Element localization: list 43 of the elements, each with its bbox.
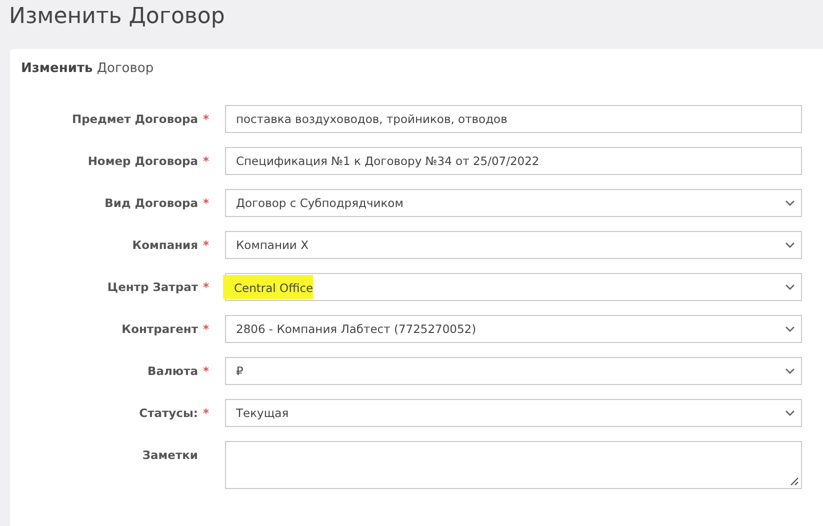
select-field[interactable]: Компании X <box>225 231 802 259</box>
required-mark: * <box>203 322 210 336</box>
field-value: Central Office <box>223 275 314 299</box>
required-mark: * <box>203 154 210 168</box>
input-field[interactable]: Спецификация №1 к Договору №34 от 25/07/2022 <box>225 147 802 175</box>
field-label: Вид Договора <box>104 196 198 210</box>
field-value: поставка воздуховодов, тройников, отводов <box>236 112 508 126</box>
field-value: Текущая <box>236 406 289 420</box>
field-value: 2806 - Компания Лабтест (7725270052) <box>236 322 476 336</box>
field-label: Компания <box>132 238 198 252</box>
required-mark: * <box>203 112 210 126</box>
select-field[interactable]: Договор с Субподрядчиком <box>225 189 802 217</box>
page-title: Изменить Договор <box>8 3 226 31</box>
required-mark: * <box>203 280 210 294</box>
select-field[interactable]: 2806 - Компания Лабтест (7725270052) <box>225 315 802 343</box>
chevron-icon <box>785 284 795 290</box>
resize-grip-icon[interactable] <box>790 477 799 486</box>
field-label: Предмет Договора <box>72 112 198 126</box>
select-field[interactable]: Central Office <box>225 273 802 301</box>
field-label: Статусы: <box>139 406 198 420</box>
chevron-icon <box>785 368 795 374</box>
field-label: Валюта <box>147 364 198 378</box>
chevron-icon <box>785 200 795 206</box>
field-label: Контрагент <box>122 322 198 336</box>
required-mark: * <box>203 406 210 420</box>
field-value: Спецификация №1 к Договору №34 от 25/07/2022 <box>236 154 540 168</box>
chevron-icon <box>785 326 795 332</box>
required-mark: * <box>203 196 210 210</box>
chevron-icon <box>785 410 795 416</box>
select-field[interactable]: Текущая <box>225 399 802 427</box>
chevron-icon <box>785 242 795 248</box>
input-field[interactable]: поставка воздуховодов, тройников, отводов <box>225 105 802 133</box>
card-title: Изменить Договор <box>21 61 154 76</box>
required-mark: * <box>203 238 210 252</box>
field-value: ₽ <box>236 364 244 378</box>
field-value: Договор с Субподрядчиком <box>236 196 404 210</box>
field-label: Заметки <box>142 448 198 462</box>
required-mark: * <box>203 364 210 378</box>
select-field[interactable]: ₽ <box>225 357 802 385</box>
field-label: Номер Договора <box>88 154 198 168</box>
notes-field[interactable] <box>225 441 802 489</box>
field-value: Компании X <box>236 238 308 252</box>
field-label: Центр Затрат <box>107 280 198 294</box>
